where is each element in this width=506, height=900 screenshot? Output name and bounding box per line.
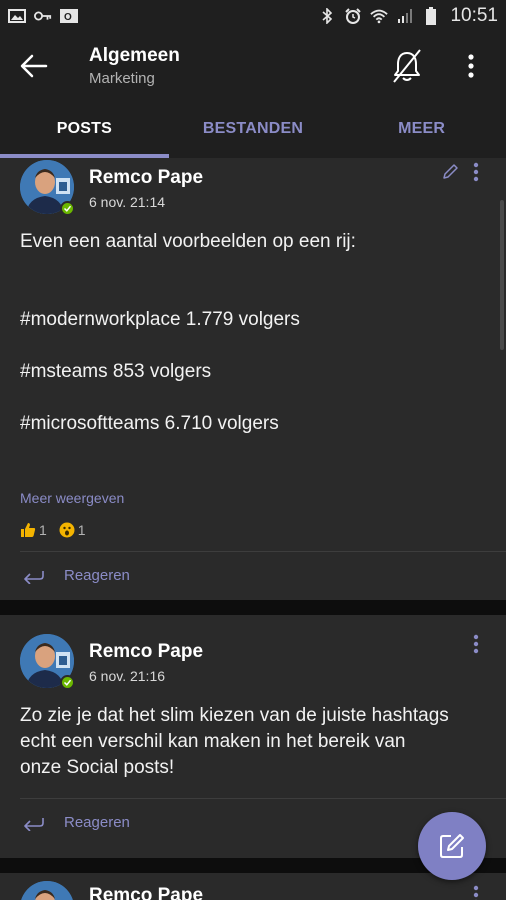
post-author[interactable]: Remco Pape: [89, 167, 203, 189]
pencil-icon: [443, 164, 458, 179]
more-vertical-icon: [468, 54, 474, 78]
posts-feed[interactable]: Remco Pape 6 nov. 21:14 Even een aantal …: [0, 158, 506, 900]
edit-button[interactable]: [440, 162, 460, 182]
more-vertical-icon: [473, 885, 479, 900]
tab-files[interactable]: BESTANDEN: [169, 100, 338, 158]
arrow-left-icon: [20, 54, 48, 78]
team-name: Marketing: [89, 70, 155, 87]
status-time: 10:51: [450, 5, 498, 26]
tab-more[interactable]: MEER: [337, 100, 506, 158]
battery-icon: [422, 7, 440, 25]
hashtag-line: #modernworkplace 1.779 volgers: [20, 309, 300, 330]
post-more-button[interactable]: [466, 883, 486, 900]
thumbs-up-icon: [21, 523, 36, 537]
hashtag-line: #msteams 853 volgers: [20, 361, 212, 382]
reaction-count: 1: [77, 522, 86, 538]
more-vertical-icon: [473, 162, 479, 182]
post-timestamp: 6 nov. 21:14: [89, 194, 166, 210]
post-text-line: Even een aantal voorbeelden op een rij:: [20, 231, 356, 252]
tab-posts[interactable]: POSTS: [0, 100, 169, 158]
wifi-icon: [370, 9, 389, 24]
reactions-bar: 1 1: [20, 522, 86, 538]
see-more-link[interactable]: Meer weergeven: [20, 490, 124, 506]
signal-icon: [396, 9, 414, 23]
reply-label: Reageren: [64, 814, 130, 831]
post-author[interactable]: Remco Pape: [89, 641, 203, 663]
bell-off-icon: [393, 49, 421, 83]
post-more-button[interactable]: [466, 160, 486, 184]
reply-button[interactable]: Reageren: [22, 814, 130, 831]
outlook-icon: O: [60, 9, 78, 23]
reply-button[interactable]: Reageren: [22, 567, 130, 584]
bluetooth-icon: [318, 8, 336, 24]
reply-icon: [24, 817, 44, 831]
divider: [20, 798, 506, 799]
post-more-button[interactable]: [466, 632, 486, 656]
reaction-count: 1: [39, 522, 47, 538]
back-button[interactable]: [18, 50, 50, 82]
post-card: Remco Pape 6 nov. 21:14 Even een aantal …: [0, 158, 506, 600]
reply-label: Reageren: [64, 567, 130, 584]
image-icon: [8, 9, 26, 23]
hashtag-line: #microsoftteams 6.710 volgers: [20, 413, 279, 434]
channel-header: Algemeen Marketing: [0, 32, 506, 100]
channel-tabs: POSTS BESTANDEN MEER: [0, 100, 506, 158]
post-text-line: Zo zie je dat het slim kiezen van de jui…: [20, 705, 449, 726]
presence-available-icon: [60, 201, 75, 216]
compose-icon: [440, 834, 464, 858]
scrollbar[interactable]: [500, 200, 504, 350]
post-timestamp: 6 nov. 21:16: [89, 668, 166, 684]
avatar[interactable]: [20, 881, 74, 900]
new-post-button[interactable]: [418, 812, 486, 880]
post-author[interactable]: Remco Pape: [89, 885, 203, 900]
svg-text:O: O: [64, 12, 72, 23]
post-text-line: echt een verschil kan maken in het berei…: [20, 731, 406, 752]
channel-title: Algemeen: [89, 45, 180, 66]
header-more-button[interactable]: [460, 50, 482, 82]
reaction-like[interactable]: 1: [20, 522, 47, 538]
alarm-icon: [344, 8, 362, 24]
status-bar: O 10:51: [0, 0, 506, 32]
more-vertical-icon: [473, 634, 479, 654]
mute-notifications-button[interactable]: [390, 48, 424, 84]
surprised-icon: [59, 522, 75, 538]
post-card: Remco Pape: [0, 873, 506, 900]
key-icon: [34, 9, 52, 23]
reaction-surprised[interactable]: 1: [59, 522, 86, 538]
divider: [20, 551, 506, 552]
presence-available-icon: [60, 675, 75, 690]
reply-icon: [24, 570, 44, 584]
post-text-line: onze Social posts!: [20, 757, 175, 778]
